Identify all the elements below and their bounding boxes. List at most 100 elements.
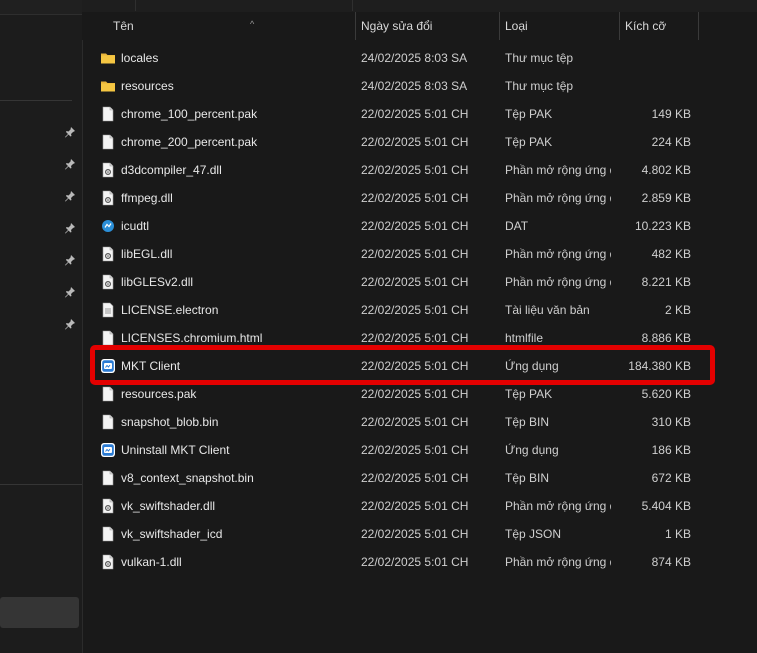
- file-icon: [100, 134, 116, 150]
- file-row[interactable]: chrome_100_percent.pak 22/02/2025 5:01 CH…: [96, 100, 716, 128]
- folder-icon: [100, 78, 116, 94]
- file-row[interactable]: vulkan-1.dll 22/02/2025 5:01 CH Phần mở rộ…: [96, 548, 716, 576]
- pin-icon[interactable]: [64, 254, 76, 266]
- file-date-modified: 22/02/2025 5:01 CH: [361, 443, 469, 457]
- file-size: 224 KB: [651, 135, 691, 149]
- data-icon: [100, 218, 116, 234]
- file-type: Tệp BIN: [505, 415, 550, 429]
- file-size: 10.223 KB: [634, 219, 691, 233]
- file-row[interactable]: chrome_200_percent.pak 22/02/2025 5:01 CH…: [96, 128, 716, 156]
- file-row[interactable]: vk_swiftshader_icd 22/02/2025 5:01 CH Tệp …: [96, 520, 716, 548]
- file-date-modified: 22/02/2025 5:01 CH: [361, 219, 469, 233]
- file-name: d3dcompiler_47.dll: [121, 163, 222, 177]
- file-type: Thư mục tệp: [505, 51, 574, 65]
- file-row[interactable]: vk_swiftshader.dll 22/02/2025 5:01 CH Phần…: [96, 492, 716, 520]
- column-header-date-label: Ngày sửa đổi: [361, 19, 433, 33]
- column-header-size[interactable]: Kích cỡ: [619, 12, 699, 40]
- column-header-size-label: Kích cỡ: [625, 19, 667, 33]
- pin-icon[interactable]: [64, 190, 76, 202]
- file-type: Phần mở rộng ứng dụng: [505, 247, 611, 261]
- file-row[interactable]: libEGL.dll 22/02/2025 5:01 CH Phần mở rộng…: [96, 240, 716, 268]
- pin-icon[interactable]: [64, 222, 76, 234]
- file-size: 5.404 KB: [641, 499, 691, 513]
- file-type: Tệp JSON: [505, 527, 562, 541]
- column-header-type[interactable]: Loại: [499, 12, 620, 40]
- file-icon: [100, 330, 116, 346]
- file-type: Thư mục tệp: [505, 79, 574, 93]
- file-name: libGLESv2.dll: [121, 275, 194, 289]
- file-date-modified: 22/02/2025 5:01 CH: [361, 275, 469, 289]
- dll-icon: [100, 498, 116, 514]
- file-row[interactable]: snapshot_blob.bin 22/02/2025 5:01 CH Tệp B…: [96, 408, 716, 436]
- file-row[interactable]: LICENSE.electron 22/02/2025 5:01 CH Tài li…: [96, 296, 716, 324]
- pin-icon[interactable]: [64, 286, 76, 298]
- column-header-row: Tên ^ Ngày sửa đổi Loại Kích cỡ: [82, 12, 757, 40]
- file-icon: [100, 414, 116, 430]
- nav-divider: [0, 100, 72, 101]
- dll-icon: [100, 274, 116, 290]
- sort-ascending-icon: ^: [250, 19, 255, 29]
- file-name: chrome_200_percent.pak: [121, 135, 258, 149]
- file-type: Tài liệu văn bản: [505, 303, 590, 317]
- nav-divider: [0, 484, 82, 485]
- column-header-date[interactable]: Ngày sửa đổi: [355, 12, 500, 40]
- file-size: 2.859 KB: [641, 191, 691, 205]
- file-size: 1 KB: [664, 527, 691, 541]
- file-row[interactable]: locales 24/02/2025 8:03 SA Thư mục tệp: [96, 44, 716, 72]
- file-name: vulkan-1.dll: [121, 555, 182, 569]
- file-type: Phần mở rộng ứng dụng: [505, 555, 611, 569]
- file-type: DAT: [505, 219, 529, 233]
- file-icon: [100, 470, 116, 486]
- file-date-modified: 24/02/2025 8:03 SA: [361, 79, 468, 93]
- folder-icon: [100, 50, 116, 66]
- file-row[interactable]: Uninstall MKT Client 22/02/2025 5:01 CH Ứn…: [96, 436, 716, 464]
- file-type: Phần mở rộng ứng dụng: [505, 191, 611, 205]
- toolbar-cell: [82, 0, 136, 11]
- file-name: LICENSE.electron: [121, 303, 219, 317]
- file-icon: [100, 386, 116, 402]
- file-name: vk_swiftshader_icd: [121, 527, 223, 541]
- file-type: Phần mở rộng ứng dụng: [505, 499, 611, 513]
- file-date-modified: 22/02/2025 5:01 CH: [361, 471, 469, 485]
- file-row[interactable]: resources 24/02/2025 8:03 SA Thư mục tệp: [96, 72, 716, 100]
- file-date-modified: 22/02/2025 5:01 CH: [361, 527, 469, 541]
- file-row[interactable]: icudtl 22/02/2025 5:01 CH DAT 10.223 KB: [96, 212, 716, 240]
- navigation-pane: [0, 0, 83, 653]
- file-type: Phần mở rộng ứng dụng: [505, 275, 611, 289]
- file-name: Uninstall MKT Client: [121, 443, 230, 457]
- file-type: Phần mở rộng ứng dụng: [505, 163, 611, 177]
- file-type: Tệp PAK: [505, 107, 553, 121]
- dll-icon: [100, 246, 116, 262]
- file-size: 310 KB: [651, 415, 691, 429]
- nav-selected-item[interactable]: [0, 597, 79, 628]
- file-size: 874 KB: [651, 555, 691, 569]
- column-header-name-label: Tên: [113, 19, 134, 33]
- column-header-name[interactable]: Tên ^: [107, 12, 356, 40]
- pin-icon[interactable]: [64, 318, 76, 330]
- toolbar-cell: [135, 0, 353, 11]
- nav-top-bar: [0, 0, 82, 15]
- file-date-modified: 22/02/2025 5:01 CH: [361, 163, 469, 177]
- highlight-box: [90, 345, 715, 385]
- file-date-modified: 22/02/2025 5:01 CH: [361, 135, 469, 149]
- file-row[interactable]: v8_context_snapshot.bin 22/02/2025 5:01 C…: [96, 464, 716, 492]
- file-size: 186 KB: [651, 443, 691, 457]
- file-date-modified: 22/02/2025 5:01 CH: [361, 247, 469, 261]
- app-icon: [100, 442, 116, 458]
- file-size: 482 KB: [651, 247, 691, 261]
- file-date-modified: 22/02/2025 5:01 CH: [361, 555, 469, 569]
- file-date-modified: 22/02/2025 5:01 CH: [361, 107, 469, 121]
- file-type: Ứng dụng: [505, 443, 559, 457]
- file-name: v8_context_snapshot.bin: [121, 471, 254, 485]
- dll-icon: [100, 162, 116, 178]
- file-row[interactable]: ffmpeg.dll 22/02/2025 5:01 CH Phần mở rộng…: [96, 184, 716, 212]
- file-size: 2 KB: [664, 303, 691, 317]
- file-name: ffmpeg.dll: [121, 191, 173, 205]
- pin-icon[interactable]: [64, 158, 76, 170]
- pin-icon[interactable]: [64, 126, 76, 138]
- column-header-type-label: Loại: [505, 19, 528, 33]
- file-row[interactable]: libGLESv2.dll 22/02/2025 5:01 CH Phần mở r…: [96, 268, 716, 296]
- file-row[interactable]: d3dcompiler_47.dll 22/02/2025 5:01 CH Phần…: [96, 156, 716, 184]
- file-explorer-window: Tên ^ Ngày sửa đổi Loại Kích cỡ locales 2…: [0, 0, 757, 653]
- file-icon: [100, 526, 116, 542]
